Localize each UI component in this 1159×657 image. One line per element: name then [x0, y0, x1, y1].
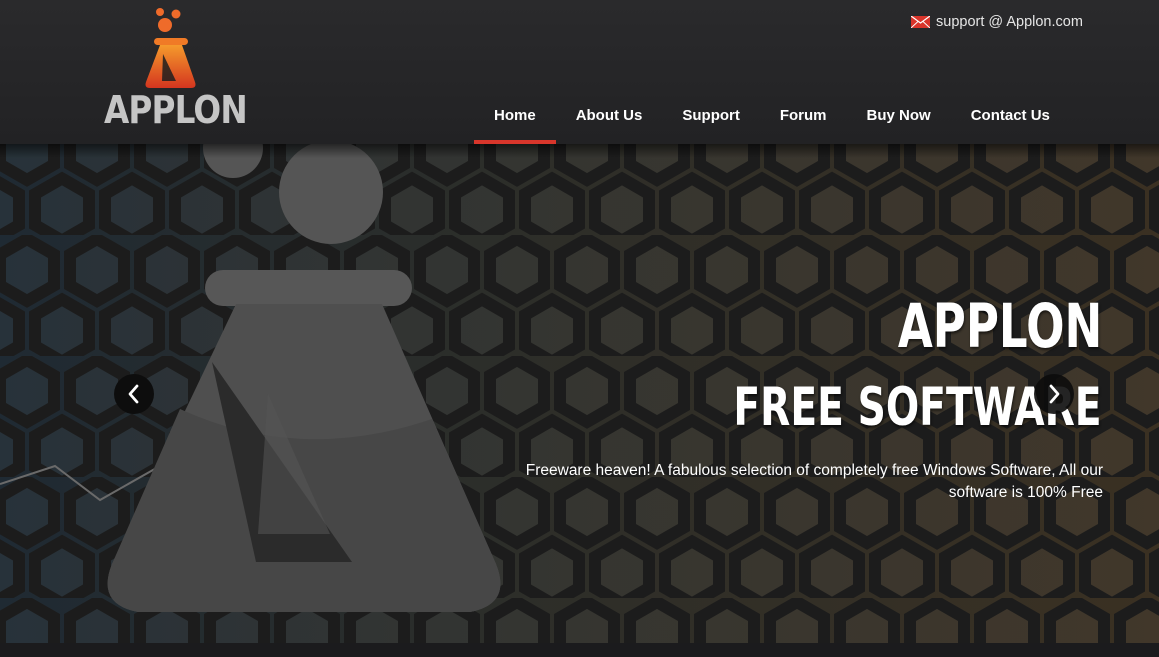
- support-email-text: support @ Applon.com: [936, 14, 1083, 30]
- nav-item-support[interactable]: Support: [662, 86, 760, 144]
- support-email-link[interactable]: support @ Applon.com: [911, 14, 1083, 30]
- brand-name[interactable]: APPLON: [104, 88, 248, 132]
- hero-title: APPLON: [897, 291, 1102, 362]
- site-header: APPLON support @ Applon.com Home About U…: [0, 0, 1159, 144]
- chevron-left-icon: [128, 384, 139, 404]
- slider-prev-button[interactable]: [114, 374, 154, 414]
- slider-next-button[interactable]: [1034, 374, 1074, 414]
- hero-description: Freeware heaven! A fabulous selection of…: [525, 462, 1103, 501]
- nav-item-contact-us[interactable]: Contact Us: [951, 86, 1070, 144]
- header-shadow: [0, 144, 1159, 158]
- mail-icon: [911, 16, 930, 28]
- hero-slider: APPLON FREE SOFTWARE Freeware heaven! A …: [0, 144, 1159, 643]
- chevron-right-icon: [1049, 384, 1060, 404]
- nav-item-about-us[interactable]: About Us: [556, 86, 663, 144]
- nav-item-home[interactable]: Home: [474, 86, 556, 144]
- main-nav: Home About Us Support Forum Buy Now Cont…: [474, 86, 1070, 144]
- page-bottom-strip: [0, 643, 1159, 657]
- nav-item-forum[interactable]: Forum: [760, 86, 847, 144]
- nav-item-buy-now[interactable]: Buy Now: [847, 86, 951, 144]
